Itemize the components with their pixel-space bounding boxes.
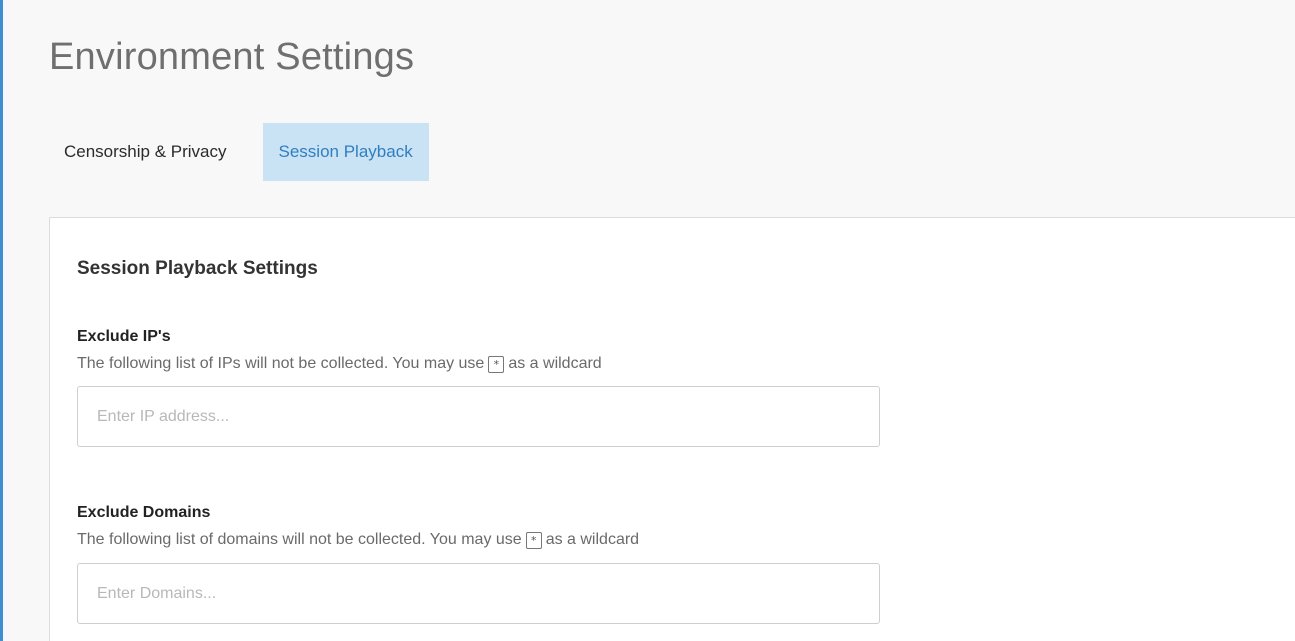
exclude-ips-label: Exclude IP's <box>77 328 171 345</box>
exclude-ips-help-text: The following list of IPs will not be co… <box>77 355 485 372</box>
exclude-domains-help-text: The following list of domains will not b… <box>77 531 522 548</box>
session-playback-card: Session Playback Settings Exclude IP's T… <box>49 217 1295 641</box>
exclude-domains-input[interactable] <box>77 563 880 624</box>
exclude-domains-help-suffix: as a wildcard <box>545 531 640 548</box>
page-title: Environment Settings <box>49 36 415 78</box>
exclude-ips-help: The following list of IPs will not be co… <box>77 355 602 373</box>
settings-tabs: Censorship & Privacy Session Playback <box>48 123 429 181</box>
environment-settings-page: Environment Settings Censorship & Privac… <box>0 0 1295 641</box>
card-title: Session Playback Settings <box>77 258 318 279</box>
exclude-ips-input[interactable] <box>77 386 880 447</box>
wildcard-key-icon: * <box>488 355 505 373</box>
wildcard-key-icon: * <box>525 531 542 549</box>
exclude-ips-help-suffix: as a wildcard <box>508 355 602 372</box>
tab-session-playback[interactable]: Session Playback <box>262 123 429 181</box>
exclude-domains-label: Exclude Domains <box>77 504 211 521</box>
exclude-domains-help: The following list of domains will not b… <box>77 531 639 549</box>
tab-censorship-privacy[interactable]: Censorship & Privacy <box>48 123 243 181</box>
